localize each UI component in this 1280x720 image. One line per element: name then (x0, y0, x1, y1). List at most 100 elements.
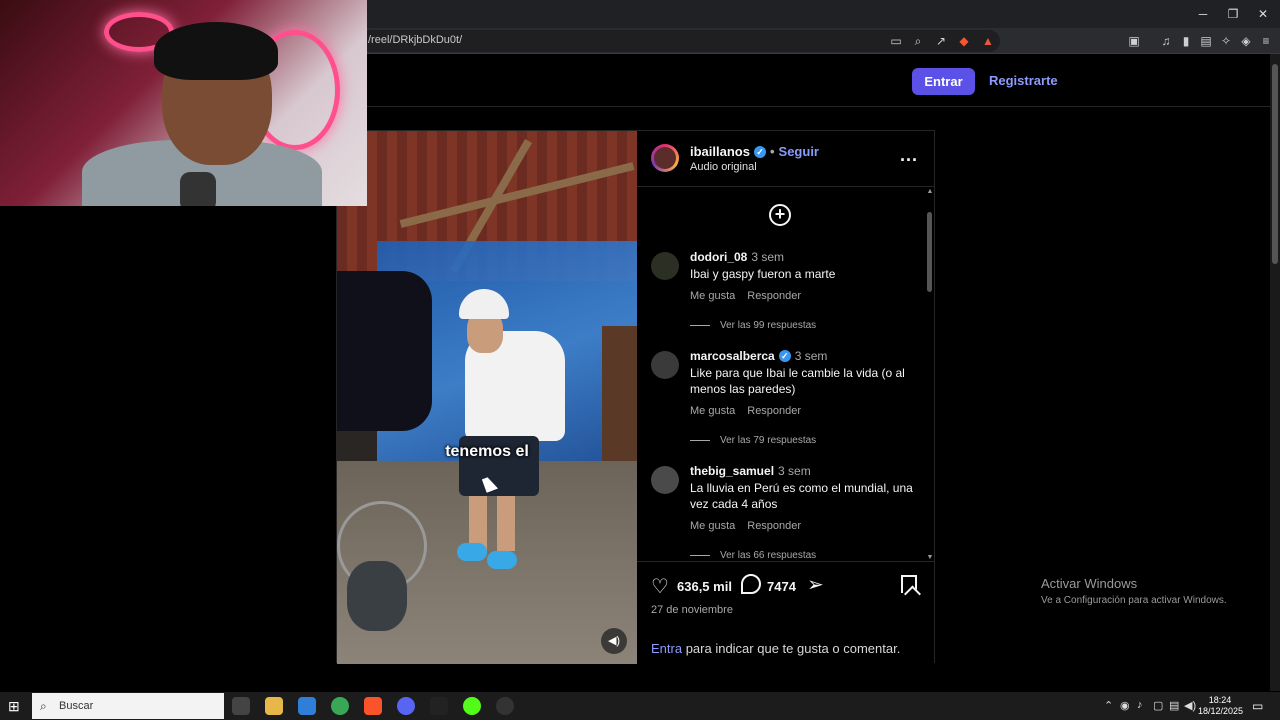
separator-dot: • (769, 144, 775, 159)
register-link[interactable]: Registrarte (989, 73, 1058, 88)
discord-icon[interactable] (397, 697, 415, 715)
taskbar-clock[interactable]: 18:24 18/12/2025 (1198, 695, 1243, 717)
bookmark-icon[interactable] (901, 575, 917, 593)
comment-username[interactable]: dodori_08 (690, 250, 747, 264)
video-person-leg (497, 496, 515, 551)
comment-username[interactable]: marcosalberca (690, 349, 775, 363)
heart-icon[interactable]: ♡ (651, 574, 669, 599)
login-button[interactable]: Entrar (912, 68, 975, 95)
view-replies-button[interactable]: Ver las 99 respuestas (690, 320, 816, 331)
volume-tray-icon[interactable]: ◀) (1184, 699, 1196, 712)
comment-username-line: dodori_08 3 sem (690, 250, 784, 264)
display-tray-icon[interactable]: ▢ (1153, 699, 1163, 712)
comment-text: Like para que Ibai le cambie la vida (o … (690, 366, 905, 396)
scroll-up-icon[interactable]: ▲ (926, 188, 934, 195)
page-scrollbar[interactable] (1270, 54, 1280, 691)
post-date: 27 de noviembre (651, 604, 733, 616)
comment-username[interactable]: thebig_samuel (690, 464, 774, 478)
sidebar-icon[interactable]: ▮ (1178, 33, 1194, 49)
screen: ─ ❐ ✕ /reel/DRkjbDkDu0t/ ▭ ⌕ ↗ ◆ ▲ ▣ ♫ ▮… (0, 0, 1280, 720)
comment-avatar[interactable] (651, 252, 679, 280)
post-sidebar: ibaillanos ✓ • Seguir Audio original ... + … (637, 131, 934, 664)
brave-browser-icon[interactable] (364, 697, 382, 715)
app-g-icon[interactable] (430, 697, 448, 715)
microsoft-store-icon[interactable] (298, 697, 316, 715)
reel-post: tenemos el ◀) ibaillanos ✓ • Seguir Audio o… (336, 130, 935, 664)
file-explorer-icon[interactable] (265, 697, 283, 715)
tray-app-icon[interactable]: ◉ (1120, 699, 1130, 712)
webcam-overlay (0, 0, 367, 206)
post-actions-bar: ♡ 636,5 mil 7474 ➢ 27 de noviembre Entra… (637, 561, 934, 664)
view-replies-button[interactable]: Ver las 79 respuestas (690, 435, 816, 446)
zoom-icon[interactable]: ⌕ (910, 33, 926, 49)
more-options-icon[interactable]: ... (900, 145, 918, 166)
comments-scroll-thumb[interactable] (927, 212, 932, 292)
minimize-button[interactable]: ─ (1188, 4, 1218, 24)
leo-ai-icon[interactable]: ✧ (1218, 33, 1234, 49)
restore-button[interactable]: ❐ (1218, 4, 1248, 24)
comment-reply-button[interactable]: Responder (747, 520, 801, 532)
replies-divider (690, 324, 710, 326)
comment-like-button[interactable]: Me gusta (690, 290, 735, 302)
brave-shield-icon[interactable]: ◆ (956, 33, 972, 49)
tray-overflow-icon[interactable]: ⌃ (1104, 699, 1113, 712)
follow-button[interactable]: Seguir (779, 144, 819, 159)
windows-activation-watermark: Activar Windows Ve a Configuración para … (1041, 576, 1227, 606)
comments-list[interactable]: + dodori_08 3 sem Ibai y gaspy fueron a m… (637, 188, 927, 561)
wallet-icon[interactable]: ▤ (1198, 33, 1214, 49)
clock-time: 18:24 (1208, 695, 1232, 705)
activation-subtitle: Ve a Configuración para activar Windows. (1041, 595, 1227, 606)
page-scroll-thumb[interactable] (1272, 64, 1278, 264)
comments-scrollbar[interactable]: ▲ ▼ (926, 188, 934, 561)
address-bar[interactable]: /reel/DRkjbDkDu0t/ (360, 30, 1000, 52)
comment-username-line: thebig_samuel 3 sem (690, 464, 811, 478)
verified-icon: ✓ (778, 350, 791, 362)
comment-icon[interactable] (741, 574, 761, 594)
audio-link[interactable]: Audio original (690, 161, 757, 173)
share-paper-plane-icon[interactable]: ➢ (807, 572, 824, 597)
microphone (180, 172, 216, 206)
comment-like-button[interactable]: Me gusta (690, 520, 735, 532)
comment-username-line: marcosalberca ✓ 3 sem (690, 349, 827, 363)
login-prompt-text: para indicar que te gusta o comentar. (682, 641, 901, 656)
share-icon[interactable]: ↗ (933, 33, 949, 49)
post-header: ibaillanos ✓ • Seguir Audio original ... (637, 131, 934, 187)
scroll-down-icon[interactable]: ▼ (926, 554, 934, 561)
comment-text: Ibai y gaspy fueron a marte (690, 267, 836, 281)
volume-icon[interactable]: ◀) (601, 628, 627, 654)
load-more-comments-icon[interactable]: + (769, 204, 791, 226)
video-scene-fan-motor (347, 561, 407, 631)
comment-like-button[interactable]: Me gusta (690, 405, 735, 417)
windows-start-icon[interactable]: ⊞ (8, 698, 24, 714)
comment-count: 7474 (767, 579, 796, 594)
streamer-hair (154, 22, 278, 80)
comment-avatar[interactable] (651, 466, 679, 494)
vpn-icon[interactable]: ◈ (1238, 33, 1254, 49)
reader-mode-icon[interactable]: ▭ (888, 33, 904, 49)
chrome-icon[interactable] (331, 697, 349, 715)
microphone-tray-icon[interactable]: ♪ (1137, 699, 1143, 711)
author-username[interactable]: ibaillanos (690, 144, 750, 159)
author-avatar[interactable] (651, 144, 679, 172)
login-link[interactable]: Entra (651, 641, 682, 656)
obs-icon[interactable] (496, 697, 514, 715)
close-window-button[interactable]: ✕ (1248, 4, 1278, 24)
screenshot-icon[interactable]: ▣ (1126, 33, 1142, 49)
network-icon[interactable]: ▤ (1169, 699, 1179, 712)
comment-actions: Me gusta Responder (690, 405, 813, 417)
replies-divider (690, 439, 710, 441)
reel-video[interactable]: tenemos el ◀) (337, 131, 637, 664)
comment-reply-button[interactable]: Responder (747, 405, 801, 417)
menu-icon[interactable]: ≡ (1258, 33, 1274, 49)
comment-actions: Me gusta Responder (690, 520, 813, 532)
brave-rewards-icon[interactable]: ▲ (980, 33, 996, 49)
notification-center-icon[interactable]: ▭ (1252, 699, 1263, 713)
media-icon[interactable]: ♫ (1158, 33, 1174, 49)
task-view-icon[interactable] (232, 697, 250, 715)
kick-icon[interactable] (463, 697, 481, 715)
taskbar-search-box[interactable]: ⌕ Buscar (32, 693, 224, 719)
comment-avatar[interactable] (651, 351, 679, 379)
view-replies-button[interactable]: Ver las 66 respuestas (690, 550, 816, 561)
comment-reply-button[interactable]: Responder (747, 290, 801, 302)
login-prompt: Entra para indicar que te gusta o coment… (651, 641, 900, 656)
